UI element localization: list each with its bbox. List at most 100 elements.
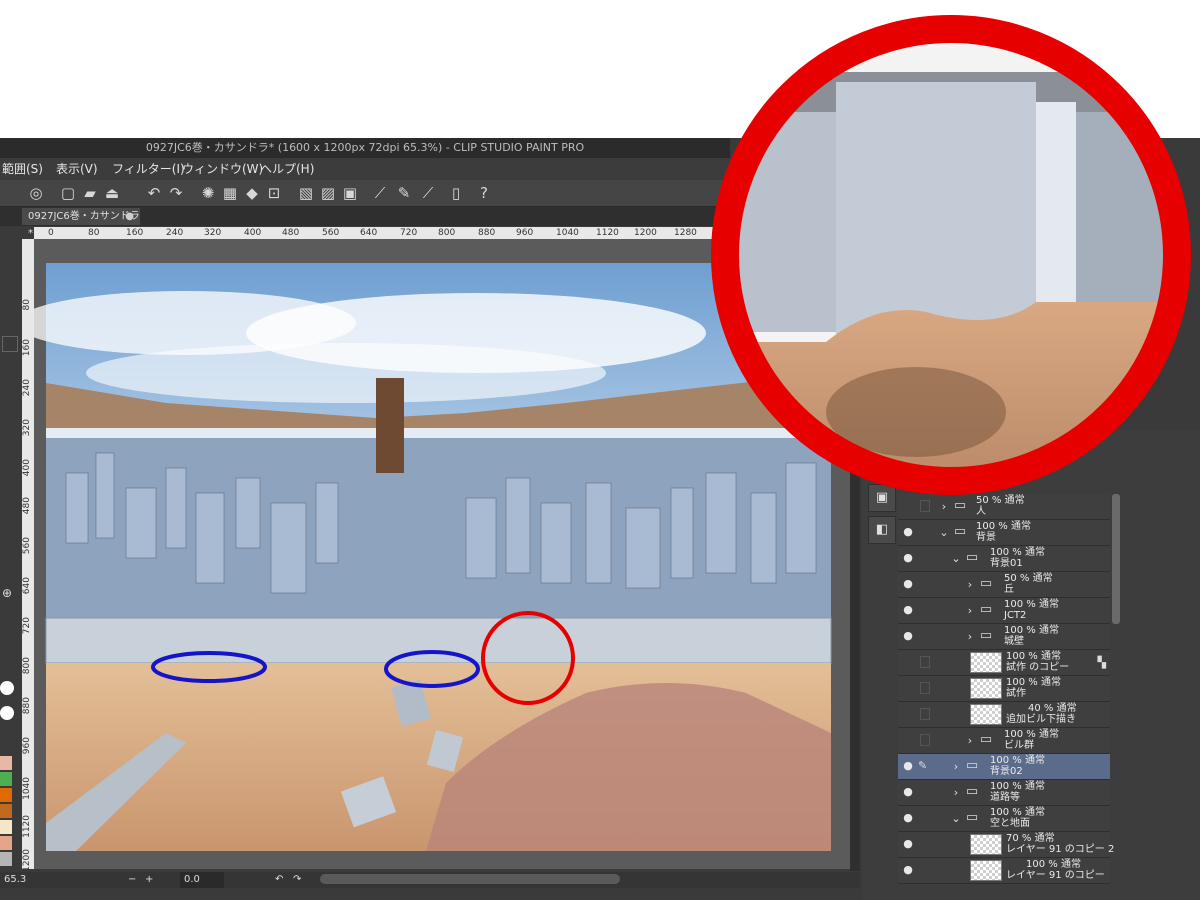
wall-segment [836,82,1036,352]
collapse-arrow-icon[interactable]: ⌄ [950,550,962,568]
layer-row[interactable]: ● › ▭ 100 % 通常 道路等 [898,780,1110,806]
expand-arrow-icon[interactable]: › [950,784,962,802]
layer-row[interactable]: ● ⌄ ▭ 100 % 通常 背景01 [898,546,1110,572]
layer-row[interactable]: 100 % 通常 試作 [898,676,1110,702]
main-color-swatch[interactable] [0,681,14,695]
snap-ruler-icon[interactable]: ⟋ [370,183,390,203]
save-icon[interactable]: ⏏ [102,183,122,203]
layer-search-icon[interactable]: ◧ [868,516,896,544]
eye-icon[interactable]: ● [900,629,916,643]
palette-color[interactable] [0,756,12,770]
snap-grid-icon[interactable]: ⟋ [418,183,438,203]
snap-special-ruler-icon[interactable]: ✎ [394,183,414,203]
ruler-h-label: 1280 [674,228,697,238]
expand-arrow-icon[interactable]: › [964,576,976,594]
help-icon[interactable]: ? [474,183,494,203]
ruler-h-label: 0 [48,228,54,238]
zoom-icon[interactable]: ⊕ [2,586,18,602]
layer-row[interactable]: ● 100 % 通常 レイヤー 91 のコピー [898,858,1110,884]
loading-icon[interactable]: ✺ [198,183,218,203]
collapse-arrow-icon[interactable]: ⌄ [950,810,962,828]
layer-lock-icon[interactable] [920,500,930,512]
zoom-out-icon[interactable]: − [128,872,136,888]
layer-row[interactable]: › ▭ 100 % 通常 ビル群 [898,728,1110,754]
layer-lock-icon[interactable] [920,708,930,720]
smartphone-icon[interactable]: ▯ [446,183,466,203]
layer-name: ビル群 [1004,740,1034,751]
redo-icon[interactable]: ↷ [166,183,186,203]
layer-lock-icon[interactable] [920,734,930,746]
eye-icon[interactable]: ● [900,603,916,617]
menu-help[interactable]: ヘルプ(H) [260,158,314,180]
layer-row[interactable]: ● › ▭ 100 % 通常 JCT2 [898,598,1110,624]
ruler-h-label: 880 [478,228,496,238]
layer-name: レイヤー 91 のコピー [1006,870,1105,881]
eye-icon[interactable]: ● [900,811,916,825]
menu-view[interactable]: 表示(V) [56,158,98,180]
expand-arrow-icon[interactable]: › [938,498,950,516]
expand-arrow-icon[interactable]: › [964,628,976,646]
layer-row[interactable]: ● › ▭ 50 % 通常 丘 [898,572,1110,598]
ruler-v-label: 240 [22,379,32,397]
ruler-v-label: 80 [22,299,32,311]
ruler-v-label: 160 [22,339,32,357]
document-tab[interactable]: 0927JC6巻・カサンドラ* ● [22,208,140,239]
undo-icon[interactable]: ↶ [144,183,164,203]
eye-icon[interactable]: ● [900,759,916,773]
invert-selection-icon[interactable]: ▣ [340,183,360,203]
eye-icon[interactable]: ● [900,837,916,851]
layer-lock-icon[interactable] [920,682,930,694]
eye-icon[interactable]: ● [900,785,916,799]
expand-arrow-icon[interactable]: › [964,732,976,750]
rotate-left-icon[interactable]: ↶ [275,872,283,888]
layer-scrollbar[interactable] [1112,494,1120,624]
eye-icon[interactable]: ● [900,863,916,877]
layer-lock-icon[interactable] [920,656,930,668]
sub-color-swatch[interactable] [0,706,14,720]
layer-name: 道路等 [990,792,1020,803]
expand-arrow-icon[interactable]: › [950,758,962,776]
collapse-arrow-icon[interactable]: ⌄ [938,524,950,542]
folder-icon: ▭ [979,576,993,591]
layer-thumbnail [970,860,1002,881]
menu-window[interactable]: ウィンドウ(W) [182,158,263,180]
close-tab-icon[interactable]: ● [125,208,134,225]
transform-icon[interactable]: ⊡ [264,183,284,203]
selection-icon[interactable]: ▧ [296,183,316,203]
deselect-icon[interactable]: ▨ [318,183,338,203]
palette-color[interactable] [0,836,12,850]
eye-icon[interactable]: ● [900,525,916,539]
layer-row[interactable]: 100 % 通常 試作 のコピー ▚ [898,650,1110,676]
horizontal-scrollbar[interactable] [320,874,620,884]
eye-icon[interactable]: ● [900,577,916,591]
zoom-callout [711,15,1191,495]
rotate-right-icon[interactable]: ↷ [293,872,301,888]
palette-color[interactable] [0,772,12,786]
fill-icon[interactable]: ◆ [242,183,262,203]
zoom-value[interactable]: 65.3 [4,872,26,888]
palette-color[interactable] [0,820,12,834]
menu-filter[interactable]: フィルター(I) [112,158,185,180]
layer-row[interactable]: ● › ▭ 100 % 通常 城壁 [898,624,1110,650]
ruler-h-label: 1040 [556,228,579,238]
layer-row[interactable]: ● ⌄ ▭ 100 % 通常 空と地面 [898,806,1110,832]
palette-color[interactable] [0,788,12,802]
menu-selection[interactable]: 範囲(S) [2,158,43,180]
tool-checkbox[interactable] [2,336,18,352]
clear-icon[interactable]: ▦ [220,183,240,203]
layer-thumbnail [970,678,1002,699]
zoom-in-icon[interactable]: + [145,872,153,888]
clip-studio-icon[interactable]: ◎ [26,183,46,203]
layer-row[interactable]: ● ⌄ ▭ 100 % 通常 背景 [898,520,1110,546]
layer-row-selected[interactable]: ● ✎ › ▭ 100 % 通常 背景02 [898,754,1110,780]
expand-arrow-icon[interactable]: › [964,602,976,620]
new-file-icon[interactable]: ▢ [58,183,78,203]
layer-row[interactable]: ● 70 % 通常 レイヤー 91 のコピー 2 [898,832,1114,858]
palette-color[interactable] [0,852,12,866]
layer-row[interactable]: 40 % 通常 追加ビル下描き [898,702,1110,728]
eye-icon[interactable]: ● [900,551,916,565]
rotation-value[interactable]: 0.0 [180,872,224,888]
ruler-v-label: 880 [22,697,32,715]
palette-color[interactable] [0,804,12,818]
open-folder-icon[interactable]: ▰ [80,183,100,203]
